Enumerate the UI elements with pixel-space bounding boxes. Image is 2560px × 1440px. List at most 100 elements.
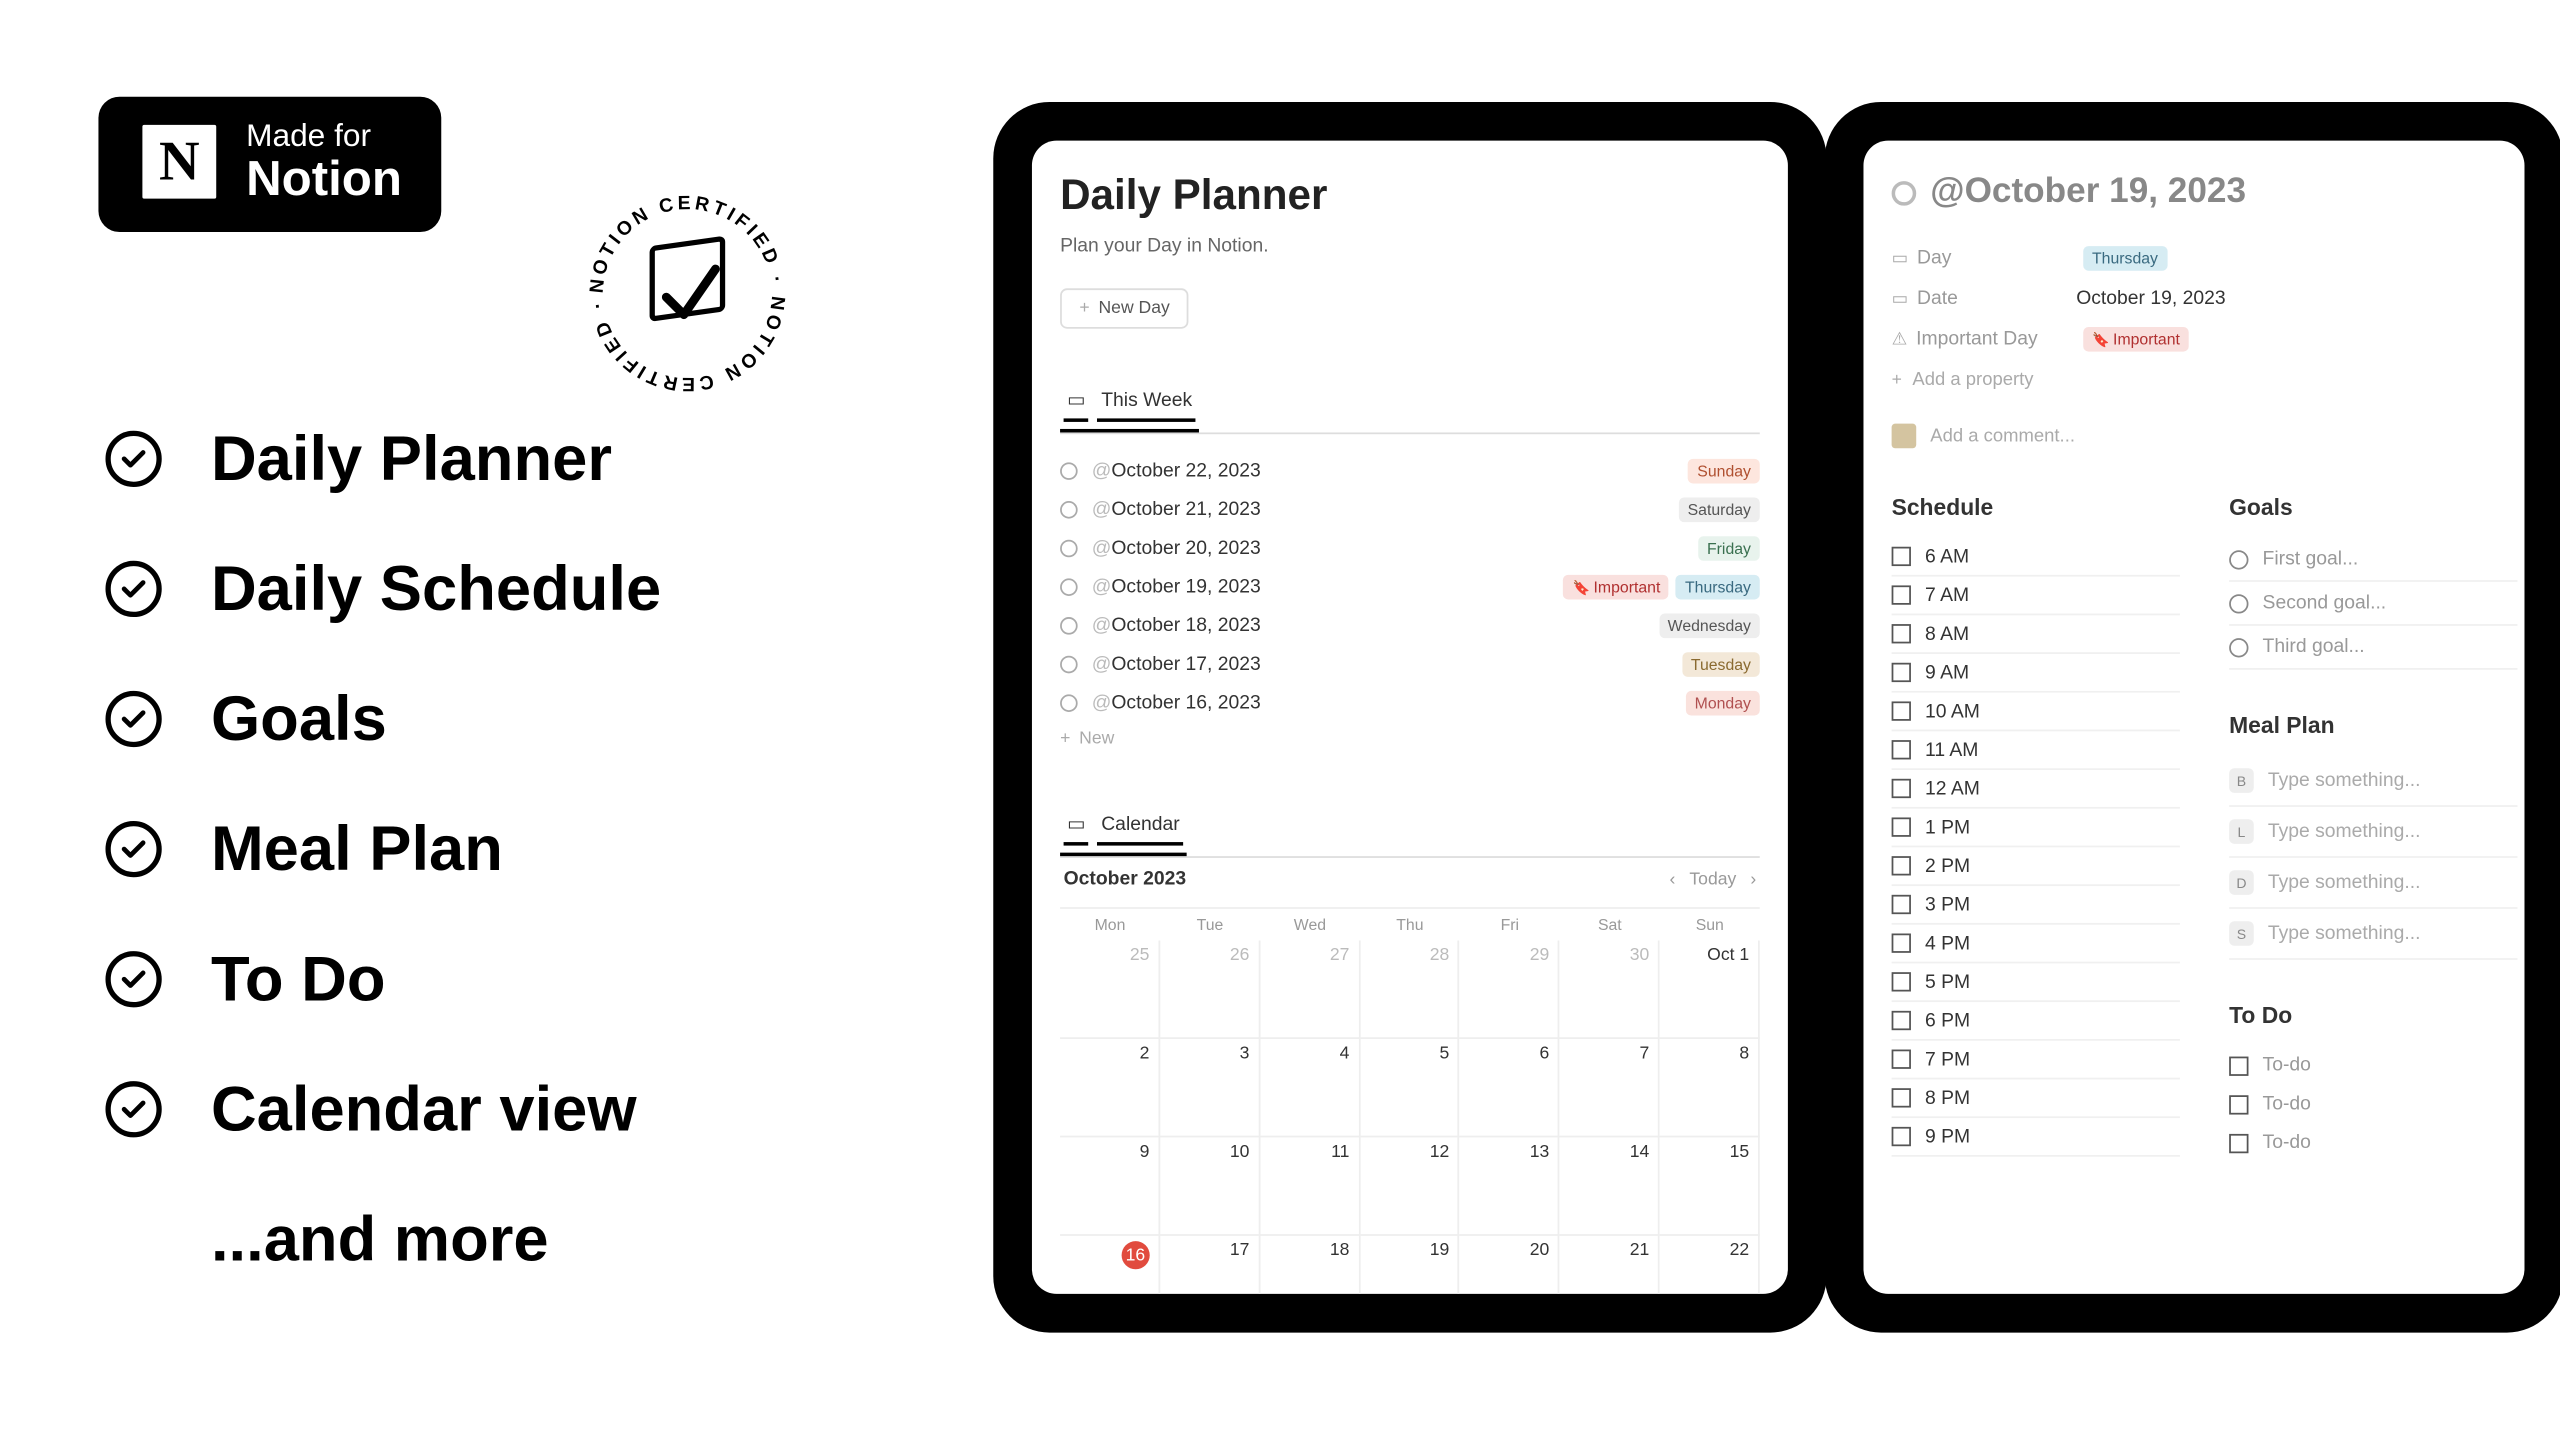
checkbox-icon[interactable]	[2229, 1133, 2248, 1152]
tab-calendar[interactable]: ▭Calendar	[1060, 798, 1187, 856]
week-row[interactable]: October 20, 2023Friday	[1060, 529, 1760, 568]
new-day-button[interactable]: +New Day	[1060, 288, 1189, 328]
checkbox-icon[interactable]	[1892, 1127, 1911, 1146]
calendar-cell[interactable]: Oct 1	[1660, 941, 1760, 1039]
goal-row[interactable]: First goal...	[2229, 538, 2517, 582]
meal-placeholder: Type something...	[2268, 821, 2421, 842]
calendar-cell[interactable]: 3	[1160, 1039, 1260, 1137]
calendar-cell[interactable]: 11	[1260, 1137, 1360, 1235]
calendar-cell[interactable]: 9	[1060, 1137, 1160, 1235]
day-tag: Saturday	[1679, 498, 1760, 523]
checkbox-icon[interactable]	[1892, 585, 1911, 604]
tab-this-week[interactable]: ▭This Week	[1060, 374, 1199, 432]
calendar-cell[interactable]: 2	[1060, 1039, 1160, 1137]
calendar-cell[interactable]: 12	[1360, 1137, 1460, 1235]
todo-row[interactable]: To-do	[2229, 1046, 2517, 1085]
schedule-row[interactable]: 7 PM	[1892, 1041, 2180, 1080]
calendar-cell[interactable]: 17	[1160, 1236, 1260, 1294]
checkbox-icon[interactable]	[1892, 895, 1911, 914]
prop-important-value[interactable]: Important	[2083, 327, 2188, 352]
calendar-cell[interactable]: 8	[1660, 1039, 1760, 1137]
calendar-cell[interactable]: 13	[1460, 1137, 1560, 1235]
calendar-cell[interactable]: 28	[1360, 941, 1460, 1039]
meal-row[interactable]: SType something...	[2229, 909, 2517, 960]
todo-row[interactable]: To-do	[2229, 1085, 2517, 1124]
checkbox-icon[interactable]	[1892, 701, 1911, 720]
schedule-row[interactable]: 8 AM	[1892, 615, 2180, 654]
schedule-row[interactable]: 10 AM	[1892, 693, 2180, 732]
week-row[interactable]: October 22, 2023Sunday	[1060, 452, 1760, 491]
radio-icon[interactable]	[2229, 593, 2248, 612]
checkbox-icon[interactable]	[1892, 1088, 1911, 1107]
schedule-row[interactable]: 9 PM	[1892, 1118, 2180, 1157]
week-row[interactable]: October 16, 2023Monday	[1060, 684, 1760, 723]
meal-row[interactable]: BType something...	[2229, 756, 2517, 807]
calendar-cell[interactable]: 14	[1560, 1137, 1660, 1235]
schedule-row[interactable]: 5 PM	[1892, 963, 2180, 1002]
checkbox-icon[interactable]	[2229, 1056, 2248, 1075]
schedule-row[interactable]: 9 AM	[1892, 654, 2180, 693]
calendar-cell[interactable]: 4	[1260, 1039, 1360, 1137]
meal-row[interactable]: DType something...	[2229, 858, 2517, 909]
schedule-row[interactable]: 6 AM	[1892, 538, 2180, 577]
checkbox-icon[interactable]	[1892, 856, 1911, 875]
goal-row[interactable]: Third goal...	[2229, 626, 2517, 670]
calendar-cell[interactable]: 20	[1460, 1236, 1560, 1294]
calendar-cell[interactable]: 16	[1060, 1236, 1160, 1294]
calendar-cell[interactable]: 25	[1060, 941, 1160, 1039]
prop-date-key: Date	[1917, 288, 1958, 309]
prop-day-value[interactable]: Thursday	[2083, 246, 2167, 271]
schedule-row[interactable]: 11 AM	[1892, 731, 2180, 770]
checkbox-icon[interactable]	[1892, 624, 1911, 643]
calendar-cell[interactable]: 22	[1660, 1236, 1760, 1294]
calendar-cell[interactable]: 18	[1260, 1236, 1360, 1294]
week-row[interactable]: October 17, 2023Tuesday	[1060, 645, 1760, 684]
goal-row[interactable]: Second goal...	[2229, 582, 2517, 626]
calendar-cell[interactable]: 15	[1660, 1137, 1760, 1235]
week-row[interactable]: October 21, 2023Saturday	[1060, 490, 1760, 529]
schedule-row[interactable]: 3 PM	[1892, 886, 2180, 925]
add-comment-button[interactable]: Add a comment...	[1892, 410, 2518, 463]
schedule-row[interactable]: 7 AM	[1892, 577, 2180, 616]
schedule-row[interactable]: 12 AM	[1892, 770, 2180, 809]
calendar-cell[interactable]: 27	[1260, 941, 1360, 1039]
calendar-cell[interactable]: 19	[1360, 1236, 1460, 1294]
calendar-next-icon[interactable]: ›	[1750, 869, 1756, 888]
add-property-button[interactable]: +Add a property	[1892, 360, 2518, 399]
checkbox-icon[interactable]	[1892, 1011, 1911, 1030]
schedule-row[interactable]: 4 PM	[1892, 925, 2180, 964]
today-button[interactable]: Today	[1689, 869, 1736, 888]
schedule-row[interactable]: 6 PM	[1892, 1002, 2180, 1041]
radio-icon[interactable]	[2229, 637, 2248, 656]
checkbox-icon[interactable]	[1892, 933, 1911, 952]
calendar-cell[interactable]: 29	[1460, 941, 1560, 1039]
todo-row[interactable]: To-do	[2229, 1123, 2517, 1162]
schedule-row[interactable]: 2 PM	[1892, 847, 2180, 886]
calendar-cell[interactable]: 26	[1160, 941, 1260, 1039]
checkbox-icon[interactable]	[1892, 972, 1911, 991]
checkbox-icon[interactable]	[1892, 547, 1911, 566]
calendar-cell[interactable]: 21	[1560, 1236, 1660, 1294]
new-row-button[interactable]: +New	[1060, 723, 1760, 756]
checkbox-icon[interactable]	[1892, 663, 1911, 682]
checkbox-icon[interactable]	[1892, 740, 1911, 759]
schedule-row[interactable]: 1 PM	[1892, 809, 2180, 848]
calendar-cell[interactable]: 10	[1160, 1137, 1260, 1235]
plus-icon: +	[1079, 299, 1089, 318]
week-row[interactable]: October 18, 2023Wednesday	[1060, 607, 1760, 646]
prop-date-value[interactable]: October 19, 2023	[2076, 288, 2225, 309]
week-row[interactable]: October 19, 2023ImportantThursday	[1060, 568, 1760, 607]
schedule-row[interactable]: 8 PM	[1892, 1079, 2180, 1118]
meal-row[interactable]: LType something...	[2229, 807, 2517, 858]
checkbox-icon[interactable]	[1892, 779, 1911, 798]
checkbox-icon[interactable]	[2229, 1094, 2248, 1113]
checkbox-icon[interactable]	[1892, 817, 1911, 836]
calendar-prev-icon[interactable]: ‹	[1669, 869, 1675, 888]
checkbox-icon[interactable]	[1892, 1050, 1911, 1069]
calendar-cell[interactable]: 7	[1560, 1039, 1660, 1137]
week-row-date: October 18, 2023	[1092, 615, 1261, 636]
radio-icon[interactable]	[2229, 549, 2248, 568]
calendar-cell[interactable]: 30	[1560, 941, 1660, 1039]
calendar-cell[interactable]: 6	[1460, 1039, 1560, 1137]
calendar-cell[interactable]: 5	[1360, 1039, 1460, 1137]
